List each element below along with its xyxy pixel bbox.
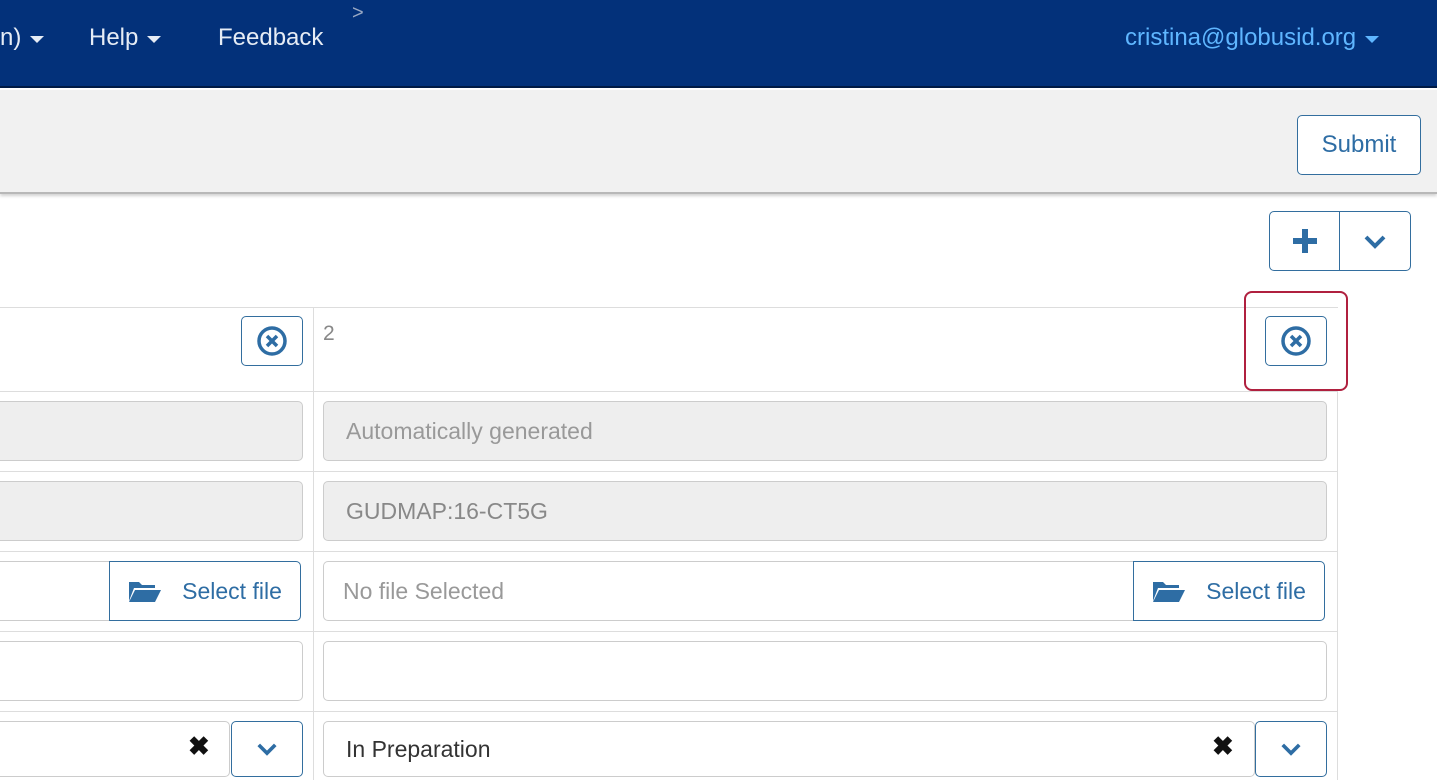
select-file-button-1[interactable]: Select file xyxy=(109,561,301,621)
top-navbar: n) Help Feedback > cristina@globusid.org xyxy=(0,0,1437,88)
text-input-1[interactable] xyxy=(0,641,303,701)
folder-open-icon xyxy=(129,582,162,602)
rid-placeholder: Automatically generated xyxy=(346,417,593,444)
text-input-2[interactable] xyxy=(323,641,1327,701)
grid-divider xyxy=(313,307,314,780)
caret-down-icon xyxy=(1365,35,1380,43)
grid-divider xyxy=(0,307,1338,308)
file-placeholder: No file Selected xyxy=(343,577,505,604)
chevron-down-icon xyxy=(1364,235,1386,249)
grid-divider xyxy=(0,391,1338,392)
nav-menu-help[interactable]: Help xyxy=(89,24,162,52)
status-dropdown-button-2[interactable] xyxy=(1255,721,1327,777)
rid-field-2: Automatically generated xyxy=(323,401,1327,461)
clear-icon[interactable]: ✖ xyxy=(188,731,210,762)
id-field-1 xyxy=(0,481,303,541)
plus-icon xyxy=(1293,229,1317,253)
nav-menu-truncated-label: n) xyxy=(0,24,22,51)
grid-divider xyxy=(0,631,1338,632)
status-value: In Preparation xyxy=(346,735,491,762)
status-select-2[interactable]: In Preparation xyxy=(323,721,1255,777)
select-file-button-2[interactable]: Select file xyxy=(1133,561,1325,621)
clear-icon[interactable]: ✖ xyxy=(1212,731,1234,762)
id-field-2: GUDMAP:16-CT5G xyxy=(323,481,1327,541)
status-dropdown-button-1[interactable] xyxy=(231,721,303,777)
add-options-button[interactable] xyxy=(1339,211,1411,271)
nav-feedback-label: Feedback xyxy=(218,24,324,51)
grid-divider xyxy=(0,711,1338,712)
file-input-1[interactable] xyxy=(0,561,115,621)
remove-record-button-1[interactable] xyxy=(241,316,303,366)
select-file-label: Select file xyxy=(1206,577,1306,604)
user-menu-label: cristina@globusid.org xyxy=(1125,24,1357,51)
chevron-down-icon xyxy=(257,743,277,756)
grid-divider xyxy=(0,551,1338,552)
nav-help-label: Help xyxy=(89,24,139,51)
action-bar xyxy=(0,90,1437,194)
caret-down-icon xyxy=(147,35,162,43)
remove-circle-icon xyxy=(1281,326,1311,356)
record-number: 2 xyxy=(323,322,335,345)
grid-divider xyxy=(0,471,1338,472)
nav-arrow: > xyxy=(352,2,364,24)
chevron-down-icon xyxy=(1281,743,1301,756)
id-value: GUDMAP:16-CT5G xyxy=(346,497,548,524)
remove-circle-icon xyxy=(257,326,287,356)
caret-down-icon xyxy=(30,35,45,43)
nav-link-feedback[interactable]: Feedback xyxy=(218,24,323,52)
file-input-2[interactable]: No file Selected xyxy=(323,561,1141,621)
nav-menu-truncated[interactable]: n) xyxy=(0,24,45,52)
remove-record-button-2[interactable] xyxy=(1265,316,1327,366)
rid-field-1 xyxy=(0,401,303,461)
add-record-button[interactable] xyxy=(1269,211,1341,271)
folder-open-icon xyxy=(1153,582,1186,602)
user-menu[interactable]: cristina@globusid.org xyxy=(1125,24,1380,52)
grid-divider xyxy=(1337,391,1338,780)
select-file-label: Select file xyxy=(182,577,282,604)
submit-button[interactable]: Submit xyxy=(1297,115,1421,175)
